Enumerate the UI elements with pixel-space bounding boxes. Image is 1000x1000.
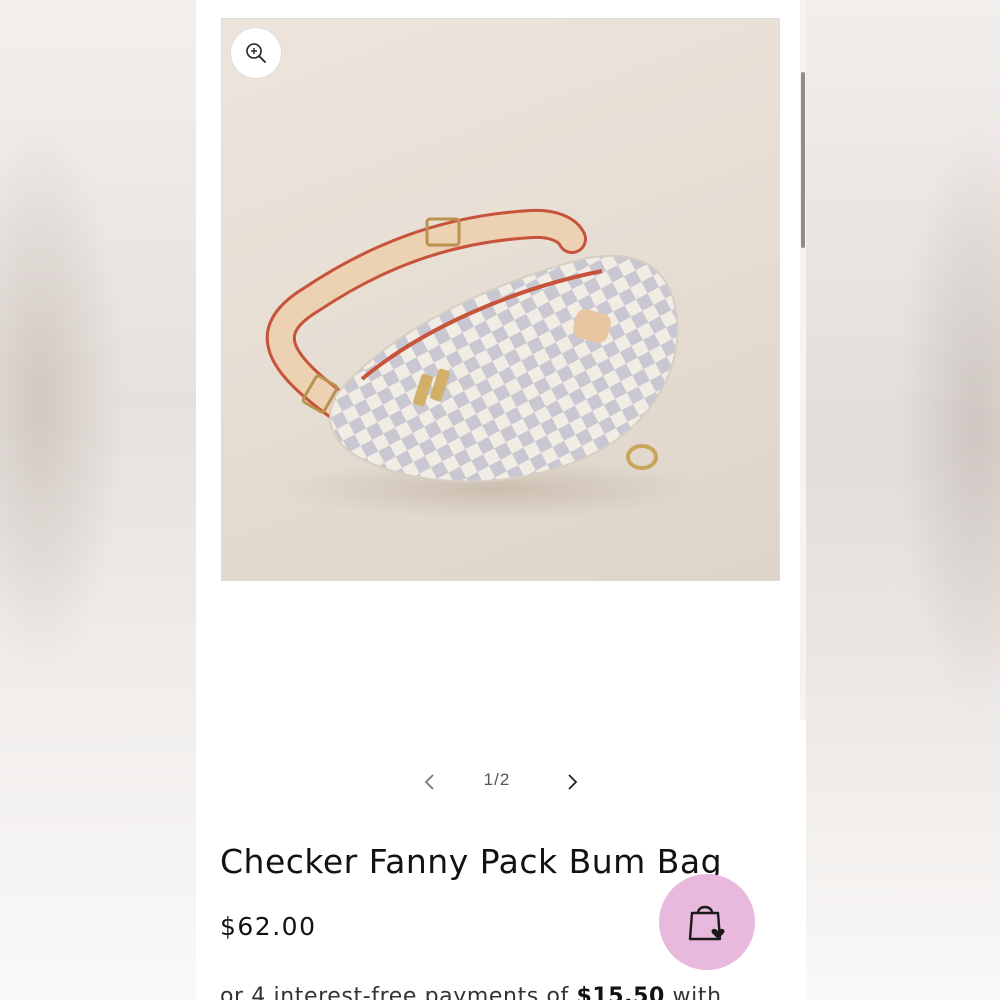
product-price: $62.00 xyxy=(220,912,317,941)
blurred-background-left xyxy=(0,0,196,1000)
next-image-button[interactable] xyxy=(558,768,586,796)
product-title: Checker Fanny Pack Bum Bag xyxy=(220,842,723,881)
scrollbar[interactable] xyxy=(800,0,806,720)
chevron-left-icon xyxy=(424,774,434,790)
product-image[interactable] xyxy=(221,18,780,581)
previous-image-button[interactable] xyxy=(416,768,444,796)
viewport: 1/2 Checker Fanny Pack Bum Bag $62.00 or… xyxy=(0,0,1000,1000)
installments-text: or 4 interest-free payments of $15.50 wi… xyxy=(220,984,722,1000)
zoom-button[interactable] xyxy=(230,27,282,79)
installments-amount: $15.50 xyxy=(576,984,665,1000)
gallery-pager: 1/2 xyxy=(196,760,806,804)
installments-suffix: with xyxy=(664,984,722,1000)
gallery-counter: 1/2 xyxy=(483,770,511,789)
wishlist-bag-button[interactable] xyxy=(659,874,755,970)
scrollbar-thumb[interactable] xyxy=(801,72,805,248)
blurred-background-right xyxy=(806,0,1000,1000)
fanny-pack-illustration xyxy=(265,208,702,519)
zoom-in-icon xyxy=(246,43,266,63)
chevron-right-icon xyxy=(568,774,578,790)
shopping-bag-heart-icon xyxy=(688,905,725,941)
installments-prefix: or 4 interest-free payments of xyxy=(220,984,577,1000)
